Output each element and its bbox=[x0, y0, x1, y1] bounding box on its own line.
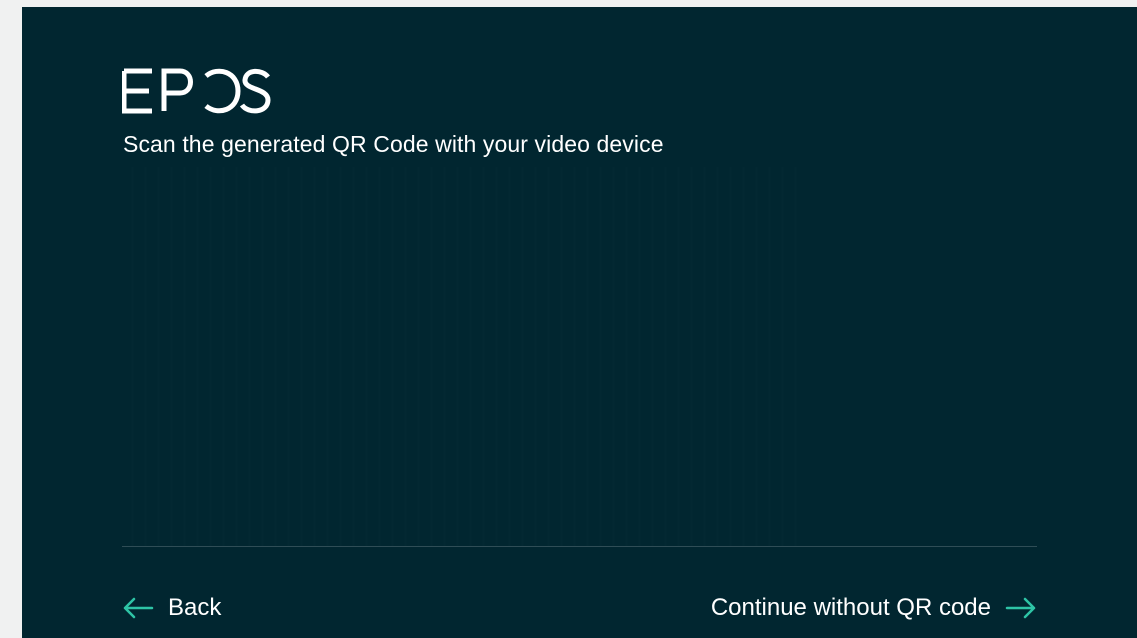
footer-divider bbox=[122, 546, 1037, 547]
continue-label: Continue without QR code bbox=[710, 594, 991, 621]
qr-code-area bbox=[122, 167, 802, 547]
back-label: Back bbox=[168, 594, 222, 621]
arrow-right-icon bbox=[1005, 597, 1037, 619]
continue-without-qr-button[interactable]: Continue without QR code bbox=[711, 592, 1037, 624]
back-button[interactable]: Back bbox=[122, 592, 221, 624]
arrow-left-icon bbox=[122, 597, 154, 619]
scan-instruction: Scan the generated QR Code with your vid… bbox=[123, 131, 664, 157]
page: Scan the generated QR Code with your vid… bbox=[0, 0, 1137, 638]
setup-panel: Scan the generated QR Code with your vid… bbox=[22, 7, 1137, 638]
epos-logo bbox=[122, 67, 272, 115]
